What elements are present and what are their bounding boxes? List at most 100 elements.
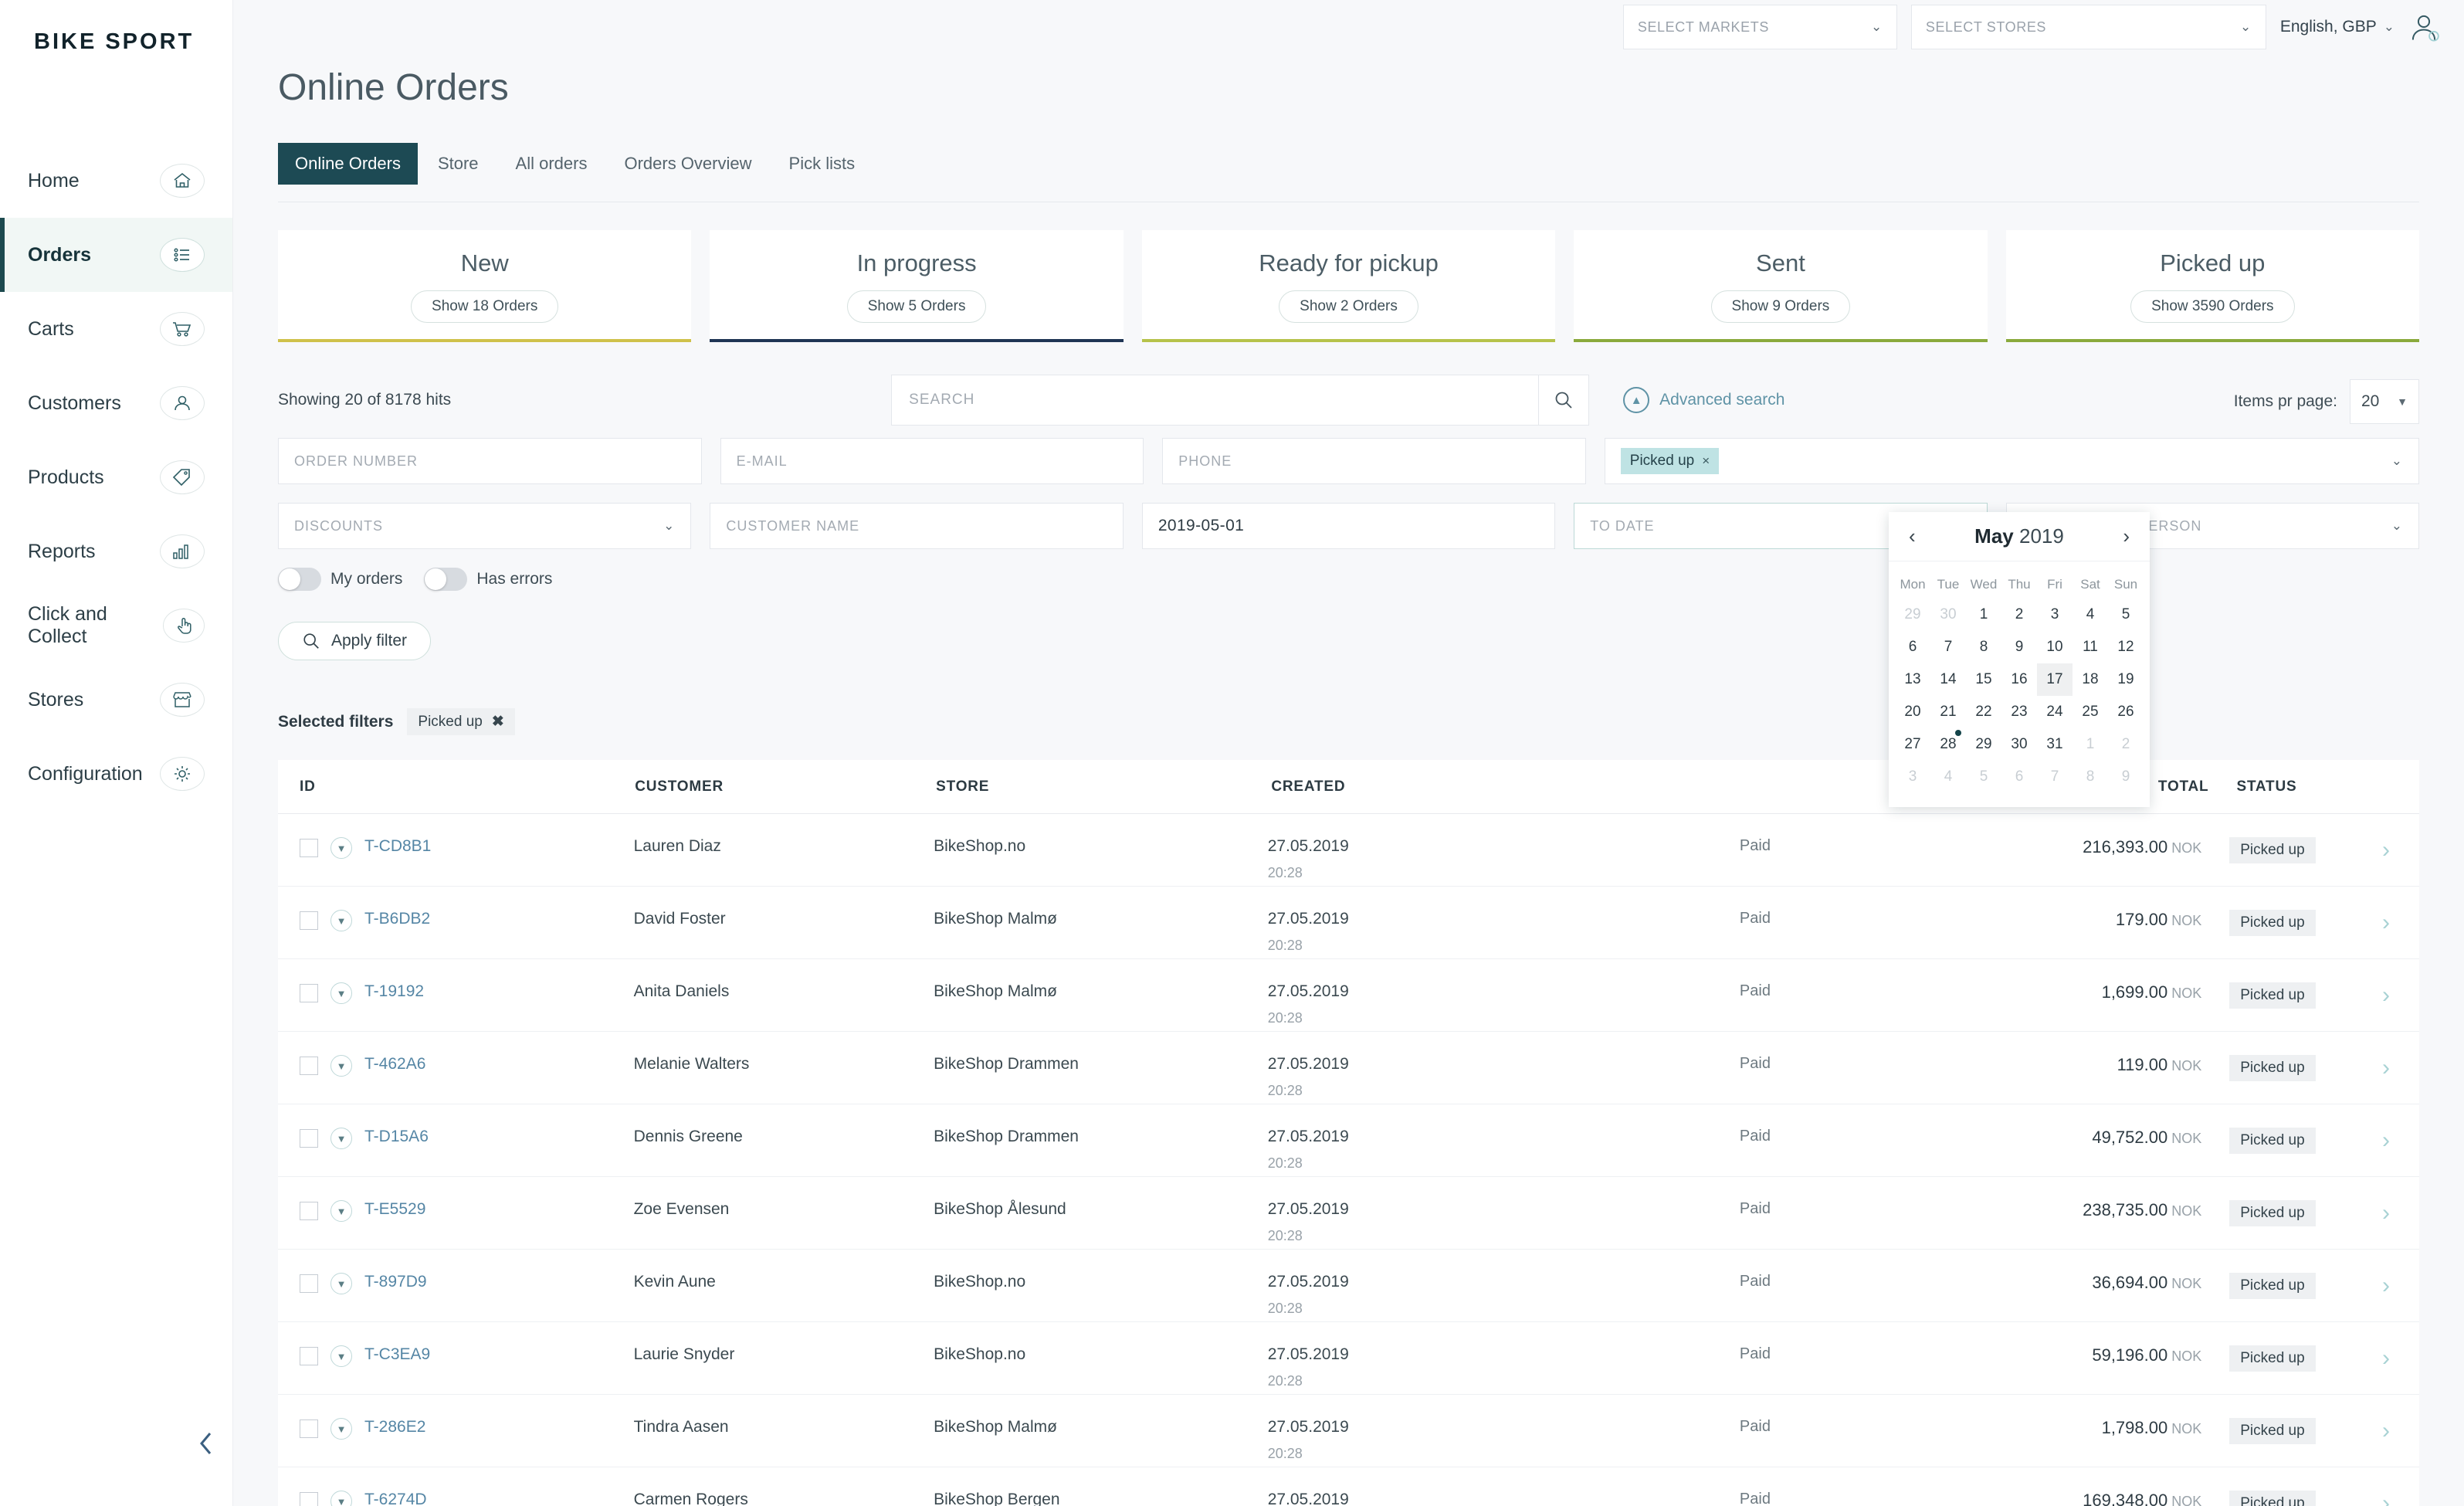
date-picker-day[interactable]: 2 — [2001, 599, 2037, 631]
status-card-show-button[interactable]: Show 18 Orders — [411, 290, 559, 323]
column-header-store[interactable]: STORE — [936, 778, 1271, 795]
table-row[interactable]: ▼ T-E5529 Zoe Evensen BikeShop Ålesund 27.05… — [278, 1177, 2419, 1250]
email-field[interactable]: E-MAIL — [720, 438, 1144, 484]
order-id-link[interactable]: T-19192 — [364, 982, 424, 1001]
date-picker-day[interactable]: 10 — [2037, 631, 2073, 663]
table-row[interactable]: ▼ T-6274D Carmen Rogers BikeShop Bergen 27.0… — [278, 1467, 2419, 1506]
row-checkbox[interactable] — [300, 1202, 318, 1220]
date-picker-day[interactable]: 23 — [2001, 696, 2037, 728]
row-checkbox[interactable] — [300, 984, 318, 1002]
table-row[interactable]: ▼ T-D15A6 Dennis Greene BikeShop Drammen 27.… — [278, 1104, 2419, 1177]
chevron-down-icon[interactable]: ▼ — [330, 1128, 352, 1149]
date-picker-day[interactable]: 27 — [1895, 728, 1930, 761]
table-row[interactable]: ▼ T-897D9 Kevin Aune BikeShop.no 27.05.2019 2… — [278, 1250, 2419, 1322]
date-picker-day[interactable]: 9 — [2001, 631, 2037, 663]
status-card-show-button[interactable]: Show 5 Orders — [846, 290, 987, 323]
chevron-right-icon[interactable]: › — [2382, 910, 2390, 935]
status-card-in-progress[interactable]: In progress Show 5 Orders — [710, 230, 1124, 342]
chevron-right-icon[interactable]: › — [2382, 1200, 2390, 1226]
from-date-field[interactable]: 2019-05-01 — [1141, 503, 1556, 549]
sidebar-item-click-and-collect[interactable]: Click and Collect — [0, 588, 232, 663]
sidebar-item-products[interactable]: Products — [0, 440, 232, 514]
tab-pick-lists[interactable]: Pick lists — [772, 143, 873, 185]
order-id-link[interactable]: T-286E2 — [364, 1418, 425, 1436]
date-picker-day[interactable]: 20 — [1895, 696, 1930, 728]
chevron-right-icon[interactable]: › — [2382, 1345, 2390, 1371]
chevron-right-icon[interactable]: › — [2382, 1418, 2390, 1443]
chevron-down-icon[interactable]: ▼ — [330, 1418, 352, 1440]
order-id-link[interactable]: T-C3EA9 — [364, 1345, 430, 1364]
table-row[interactable]: ▼ T-286E2 Tindra Aasen BikeShop Malmø 27.05.… — [278, 1395, 2419, 1467]
select-stores-dropdown[interactable]: SELECT STORES ⌄ — [1910, 5, 2266, 49]
tab-orders-overview[interactable]: Orders Overview — [607, 143, 768, 185]
sidebar-item-reports[interactable]: Reports — [0, 514, 232, 588]
date-picker-day[interactable]: 26 — [2108, 696, 2144, 728]
chevron-down-icon[interactable]: ▼ — [330, 1273, 352, 1294]
date-picker-day[interactable]: 7 — [1930, 631, 1966, 663]
order-id-link[interactable]: T-B6DB2 — [364, 910, 430, 928]
date-picker-day[interactable]: 25 — [2073, 696, 2108, 728]
sidebar-item-carts[interactable]: Carts — [0, 292, 232, 366]
tab-online-orders[interactable]: Online Orders — [278, 143, 418, 185]
date-picker-day[interactable]: 18 — [2073, 663, 2108, 696]
customer-name-field[interactable]: CUSTOMER NAME — [710, 503, 1124, 549]
order-id-link[interactable]: T-462A6 — [364, 1055, 425, 1074]
date-picker-day[interactable]: 5 — [2108, 599, 2144, 631]
status-card-new[interactable]: New Show 18 Orders — [278, 230, 692, 342]
column-header-id[interactable]: ID — [300, 778, 635, 795]
date-picker-day[interactable]: 19 — [2108, 663, 2144, 696]
chevron-right-icon[interactable]: › — [2382, 837, 2390, 863]
sidebar-item-orders[interactable]: Orders — [0, 218, 232, 292]
table-row[interactable]: ▼ T-C3EA9 Laurie Snyder BikeShop.no 27.05.20… — [278, 1322, 2419, 1395]
chevron-down-icon[interactable]: ▼ — [330, 1491, 352, 1506]
date-picker-day[interactable]: 6 — [1895, 631, 1930, 663]
status-card-sent[interactable]: Sent Show 9 Orders — [1574, 230, 1988, 342]
status-card-show-button[interactable]: Show 9 Orders — [1710, 290, 1851, 323]
date-picker-day[interactable]: 22 — [1966, 696, 2001, 728]
chevron-right-icon[interactable]: › — [2382, 982, 2390, 1008]
date-picker-day[interactable]: 1 — [1966, 599, 2001, 631]
row-checkbox[interactable] — [300, 1420, 318, 1438]
advanced-search-toggle[interactable]: ▲ Advanced search — [1623, 387, 1784, 413]
status-card-show-button[interactable]: Show 2 Orders — [1279, 290, 1418, 323]
table-row[interactable]: ▼ T-19192 Anita Daniels BikeShop Malmø 27.05… — [278, 959, 2419, 1032]
tab-store[interactable]: Store — [421, 143, 496, 185]
date-picker-day[interactable]: 11 — [2073, 631, 2108, 663]
date-picker-next-month-button[interactable]: › — [2118, 524, 2134, 548]
date-picker-day[interactable]: 31 — [2037, 728, 2073, 761]
order-number-field[interactable]: ORDER NUMBER — [278, 438, 702, 484]
sidebar-item-stores[interactable]: Stores — [0, 663, 232, 737]
chevron-down-icon[interactable]: ▼ — [330, 837, 352, 859]
date-picker-day[interactable]: 17 — [2037, 663, 2073, 696]
row-checkbox[interactable] — [300, 1347, 318, 1365]
date-picker-day[interactable]: 30 — [2001, 728, 2037, 761]
discounts-select[interactable]: DISCOUNTS ⌄ — [278, 503, 692, 549]
row-checkbox[interactable] — [300, 1274, 318, 1293]
order-id-link[interactable]: T-6274D — [364, 1491, 427, 1506]
row-checkbox[interactable] — [300, 1057, 318, 1075]
status-chip-remove-icon[interactable]: × — [1702, 453, 1710, 469]
chevron-down-icon[interactable]: ▼ — [330, 982, 352, 1004]
row-checkbox[interactable] — [300, 839, 318, 857]
table-row[interactable]: ▼ T-462A6 Melanie Walters BikeShop Drammen 2… — [278, 1032, 2419, 1104]
order-id-link[interactable]: T-E5529 — [364, 1200, 425, 1219]
date-picker-day[interactable]: 15 — [1966, 663, 2001, 696]
sidebar-item-customers[interactable]: Customers — [0, 366, 232, 440]
chevron-down-icon[interactable]: ▼ — [330, 1055, 352, 1077]
date-picker-day[interactable]: 8 — [1966, 631, 2001, 663]
has-errors-toggle[interactable] — [424, 568, 468, 591]
selected-filter-chip-remove-icon[interactable]: ✖ — [492, 713, 504, 731]
search-input[interactable] — [891, 375, 1539, 426]
column-header-created[interactable]: CREATED — [1271, 778, 1613, 795]
chevron-right-icon[interactable]: › — [2382, 1491, 2390, 1506]
brand-logo[interactable]: BIKE SPORT — [0, 0, 232, 83]
table-row[interactable]: ▼ T-B6DB2 David Foster BikeShop Malmø 27.05.… — [278, 887, 2419, 959]
order-id-link[interactable]: T-897D9 — [364, 1273, 427, 1291]
chevron-down-icon[interactable]: ▼ — [330, 910, 352, 931]
row-checkbox[interactable] — [300, 1492, 318, 1506]
search-submit-button[interactable] — [1538, 375, 1590, 426]
date-picker-day[interactable]: 14 — [1930, 663, 1966, 696]
order-id-link[interactable]: T-D15A6 — [364, 1128, 429, 1146]
chevron-down-icon[interactable]: ▼ — [330, 1200, 352, 1222]
apply-filter-button[interactable]: Apply filter — [278, 622, 432, 660]
